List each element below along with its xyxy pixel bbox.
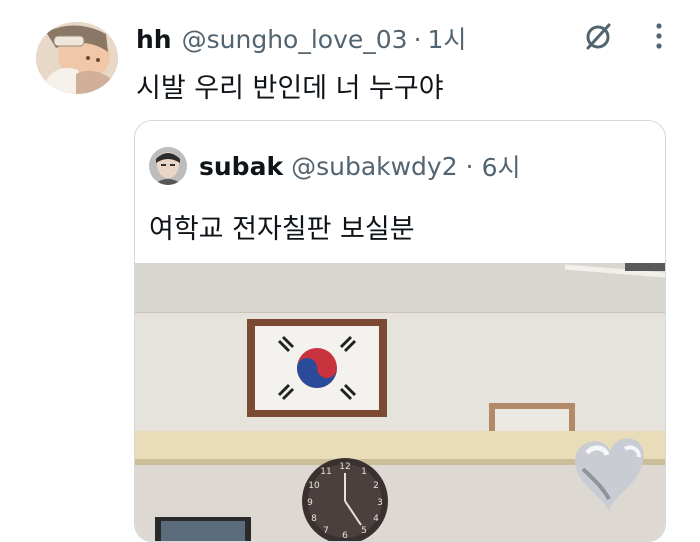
tweet-actions — [582, 20, 664, 56]
tweet-header: hh @sungho_love_03 · 1시 — [136, 20, 466, 54]
svg-text:3: 3 — [377, 498, 383, 508]
avatar[interactable] — [36, 22, 118, 94]
separator-dot: · — [413, 25, 422, 54]
svg-text:6: 6 — [342, 531, 348, 541]
classroom-photo: 12 1 2 3 4 5 6 7 8 9 10 11 — [135, 263, 665, 541]
tweet-text: 시발 우리 반인데 너 누구야 — [136, 73, 444, 104]
svg-text:9: 9 — [307, 498, 313, 508]
quoted-display-name[interactable]: subak — [199, 152, 283, 181]
quoted-timestamp[interactable]: 6시 — [482, 148, 521, 184]
svg-text:12: 12 — [339, 462, 350, 472]
svg-text:4: 4 — [373, 514, 379, 524]
quoted-avatar-image — [149, 147, 187, 185]
more-icon[interactable] — [654, 22, 664, 54]
timestamp[interactable]: 1시 — [428, 20, 467, 56]
quoted-avatar[interactable] — [149, 147, 187, 185]
svg-text:7: 7 — [323, 526, 329, 536]
svg-text:10: 10 — [308, 481, 320, 491]
quoted-separator-dot: · — [465, 151, 474, 181]
tweet: hh @sungho_love_03 · 1시 시발 우리 반인데 너 누구야 — [0, 0, 700, 542]
quoted-header: subak @subakwdy2 · 6시 — [149, 147, 521, 185]
attached-photo[interactable]: 12 1 2 3 4 5 6 7 8 9 10 11 — [135, 263, 665, 541]
svg-text:2: 2 — [373, 481, 379, 491]
svg-text:11: 11 — [320, 467, 331, 477]
svg-text:8: 8 — [311, 514, 317, 524]
quoted-user-handle[interactable]: @subakwdy2 — [291, 152, 458, 181]
grok-icon[interactable] — [582, 20, 614, 56]
svg-text:5: 5 — [361, 526, 367, 536]
display-name[interactable]: hh — [136, 25, 172, 54]
svg-text:1: 1 — [361, 467, 367, 477]
avatar-image — [36, 22, 118, 94]
quoted-text: 여학교 전자칠판 보실분 — [149, 214, 415, 245]
user-handle[interactable]: @sungho_love_03 — [182, 25, 408, 54]
quoted-tweet[interactable]: subak @subakwdy2 · 6시 여학교 전자칠판 보실분 12 1 … — [134, 120, 666, 542]
